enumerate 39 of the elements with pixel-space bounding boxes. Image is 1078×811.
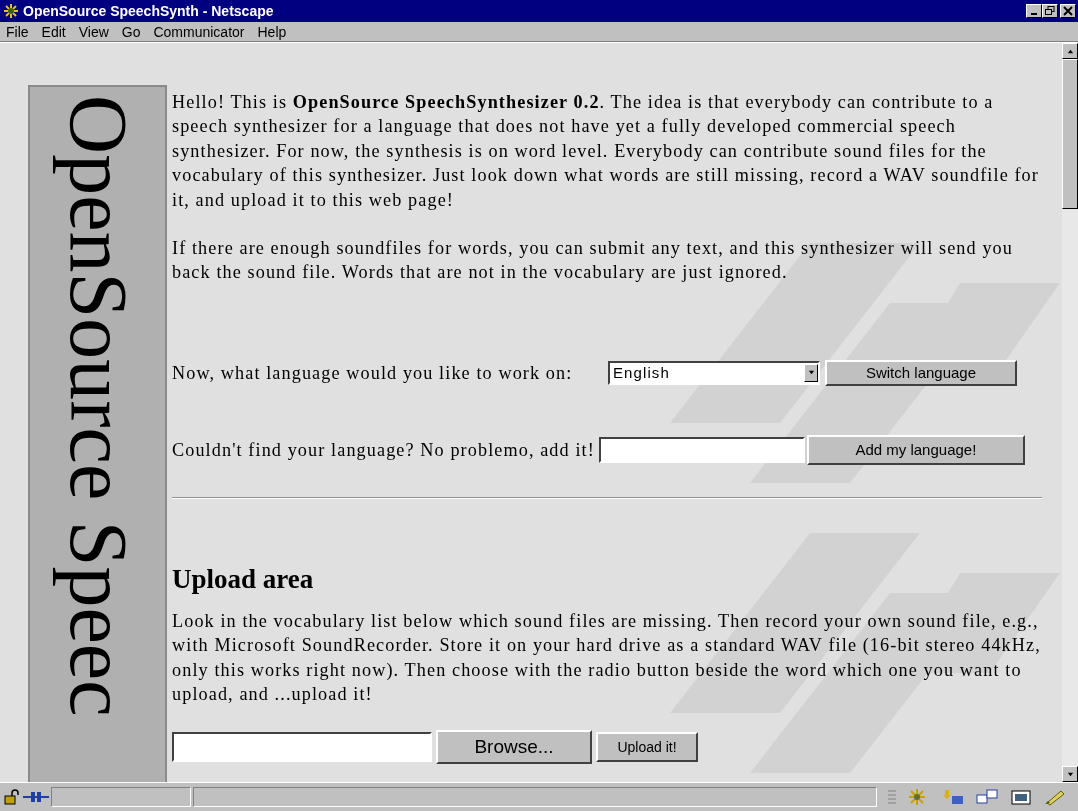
- minimize-icon: [1031, 13, 1037, 15]
- chat-bubbles-icon[interactable]: [975, 788, 999, 806]
- menu-item[interactable]: File: [4, 23, 38, 40]
- scroll-up-icon[interactable]: [1066, 47, 1074, 55]
- paragraph: Look in the vocabulary list below which sound files are missing. Then record your own sound file, e.g., with Microsoft SoundRecorder. Store it on your hard drive as a standard WAV file (16-bit stereo 44kHz, only this works right now). Then choose with the radio button beside the word which one you want to upload, and ...upload it!: [172, 609, 1042, 707]
- section-heading: Upload area: [172, 562, 315, 595]
- upload-button[interactable]: Upload it!: [596, 732, 698, 763]
- file-path-input[interactable]: [172, 732, 432, 763]
- menu-item[interactable]: View: [76, 23, 118, 40]
- close-button[interactable]: [1060, 4, 1076, 18]
- paragraph: Hello! This is OpenSource SpeechSynthesizer 0.2. The idea is that everybody can contribute to a speech synthesizer for a language that does not have yet a fully developed commercial speech synthesizer. For now, the synthesis is on word level. Everybody can contribute sound files for the vocabulary of this synthesizer. Just look down what words are still missing, record a WAV soundfile for it, and upload it to this web page!: [172, 91, 1040, 212]
- switch-language-button[interactable]: Switch language: [825, 359, 1017, 386]
- pen-icon[interactable]: [1043, 788, 1067, 806]
- lock-icon[interactable]: [3, 789, 21, 805]
- menu-item[interactable]: Communicator: [151, 23, 254, 40]
- dropdown-arrow-icon: [807, 369, 815, 377]
- dropdown-value: English: [613, 362, 671, 383]
- grip-icon: [887, 788, 897, 806]
- picture-frame-icon[interactable]: [1009, 788, 1033, 806]
- scroll-down-icon[interactable]: [1066, 770, 1074, 778]
- form-label: Now, what language would you like to work on:: [172, 361, 574, 385]
- menu-item[interactable]: Edit: [39, 23, 75, 40]
- paragraph: If there are enough soundfiles for words, you can submit any text, and this synthesizer will send you back the sound file. Words that are not in the vocabulary are just ignored.: [172, 237, 1014, 285]
- plug-icon[interactable]: [23, 789, 49, 805]
- menu-item[interactable]: Help: [255, 23, 296, 40]
- form-label: Couldn't find your language? No problemo, add it!: [172, 438, 595, 462]
- restore-icon: [1045, 6, 1055, 16]
- restore-button[interactable]: [1042, 4, 1058, 18]
- scrollbar[interactable]: [1062, 43, 1078, 782]
- window-title: OpenSource SpeechSynth - Netscape: [23, 3, 274, 19]
- language-dropdown[interactable]: English: [608, 360, 820, 385]
- close-icon: [1063, 6, 1073, 16]
- scrollbar-thumb[interactable]: [1062, 59, 1078, 209]
- add-language-button[interactable]: Add my language!: [806, 434, 1025, 465]
- language-input[interactable]: [598, 436, 805, 463]
- minimize-button[interactable]: [1026, 4, 1042, 18]
- menu-item[interactable]: Go: [119, 23, 150, 40]
- app-icon: [3, 3, 19, 19]
- browse-button[interactable]: Browse...: [436, 730, 592, 765]
